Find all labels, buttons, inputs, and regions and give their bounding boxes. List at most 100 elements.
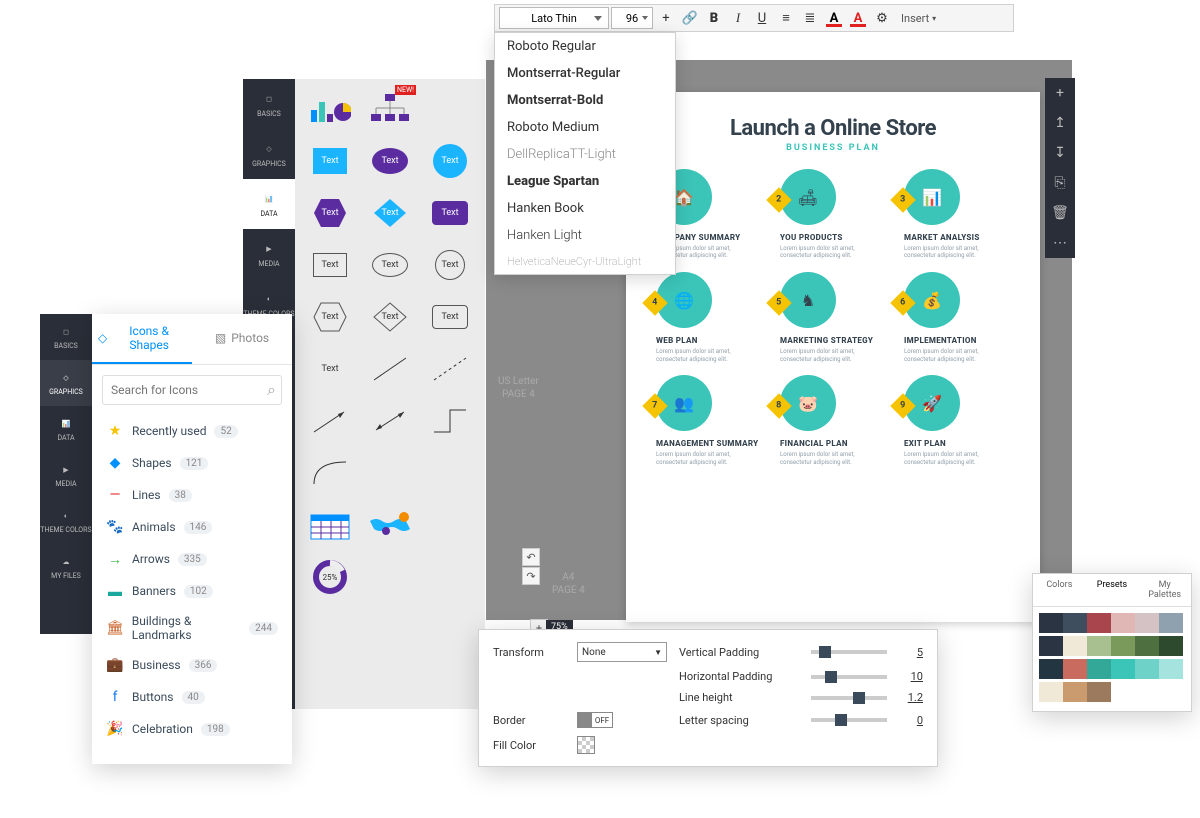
plan-item[interactable]: 🛋2YOU PRODUCTSLorem ipsum dolor sit amet… bbox=[780, 169, 886, 260]
arrow-double[interactable] bbox=[366, 401, 414, 441]
color-swatch[interactable] bbox=[1159, 636, 1183, 656]
doc-subtitle[interactable]: BUSINESS PLAN bbox=[656, 143, 1010, 153]
category-item[interactable]: 🏛Buildings & Landmarks244 bbox=[102, 607, 282, 649]
vpad-slider[interactable] bbox=[811, 650, 887, 654]
color-swatch[interactable] bbox=[1087, 659, 1111, 679]
color-swatch[interactable] bbox=[1087, 682, 1111, 702]
color-tab-colors[interactable]: Colors bbox=[1033, 574, 1086, 606]
more-icon[interactable]: ⋯ bbox=[1045, 228, 1075, 258]
redo-icon[interactable]: ↷ bbox=[522, 567, 540, 585]
connector-elbow[interactable] bbox=[426, 401, 474, 441]
font-option[interactable]: Hanken Book bbox=[495, 195, 675, 222]
nav-basics[interactable]: ◻BASICS bbox=[40, 314, 92, 360]
plan-item[interactable]: ♞5MARKETING STRATEGYLorem ipsum dolor si… bbox=[780, 272, 886, 363]
doc-title[interactable]: Launch a Online Store bbox=[656, 116, 1010, 141]
hpad-slider[interactable] bbox=[811, 675, 887, 679]
nav-media[interactable]: ▶MEDIA bbox=[243, 229, 295, 279]
font-option[interactable]: Montserrat-Bold bbox=[495, 87, 675, 114]
search-input[interactable]: ⌕ bbox=[102, 375, 282, 405]
nav-graphics[interactable]: ◇GRAPHICS bbox=[243, 129, 295, 179]
category-item[interactable]: fButtons40 bbox=[102, 681, 282, 713]
nav-my-files[interactable]: ☁MY FILES bbox=[40, 544, 92, 590]
color-swatch[interactable] bbox=[1063, 659, 1087, 679]
color-swatch[interactable] bbox=[1111, 659, 1135, 679]
nav-theme-colors[interactable]: ◐THEME COLORS bbox=[40, 498, 92, 544]
undo-icon[interactable]: ↶ bbox=[522, 548, 540, 566]
ls-value[interactable]: 0 bbox=[899, 714, 923, 727]
nav-data[interactable]: 📊DATA bbox=[40, 406, 92, 452]
settings-icon[interactable]: ⚙ bbox=[871, 7, 893, 29]
tab-icons-shapes[interactable]: ◇Icons & Shapes bbox=[92, 314, 192, 364]
color-swatch[interactable] bbox=[1039, 613, 1063, 633]
font-size-inc-icon[interactable]: + bbox=[655, 7, 677, 29]
category-item[interactable]: 💼Business366 bbox=[102, 649, 282, 681]
color-swatch[interactable] bbox=[1135, 682, 1159, 702]
color-swatch[interactable] bbox=[1111, 636, 1135, 656]
nav-media[interactable]: ▶MEDIA bbox=[40, 452, 92, 498]
color-swatch[interactable] bbox=[1135, 659, 1159, 679]
color-swatch[interactable] bbox=[1087, 613, 1111, 633]
hpad-value[interactable]: 10 bbox=[899, 670, 923, 683]
shape-circle[interactable]: Text bbox=[426, 141, 474, 181]
font-option[interactable]: Roboto Medium bbox=[495, 114, 675, 141]
font-family-select[interactable]: Lato Thin bbox=[499, 7, 609, 29]
font-option[interactable]: Roboto Regular bbox=[495, 33, 675, 60]
plan-item[interactable]: 👥7MANAGEMENT SUMMARYLorem ipsum dolor si… bbox=[656, 375, 762, 466]
lh-value[interactable]: 1.2 bbox=[899, 691, 923, 704]
link-icon[interactable]: 🔗 bbox=[679, 7, 701, 29]
fill-color-swatch[interactable] bbox=[577, 736, 595, 754]
bold-button[interactable]: B bbox=[703, 7, 725, 29]
shape-rounded[interactable]: Text bbox=[426, 193, 474, 233]
font-option[interactable]: Hanken Light bbox=[495, 222, 675, 249]
shape-outline-rect[interactable]: Text bbox=[306, 245, 354, 285]
category-item[interactable]: —Lines38 bbox=[102, 479, 282, 511]
font-size-select[interactable]: 96 bbox=[611, 7, 653, 29]
color-swatch[interactable] bbox=[1159, 613, 1183, 633]
add-page-icon[interactable]: + bbox=[1045, 78, 1075, 108]
highlight-color-icon[interactable]: A bbox=[847, 7, 869, 29]
font-option[interactable]: Montserrat-Regular bbox=[495, 60, 675, 87]
shape-outline-rounded[interactable]: Text bbox=[426, 297, 474, 337]
plan-item[interactable]: 💰6IMPLEMENTATIONLorem ipsum dolor sit am… bbox=[904, 272, 1010, 363]
font-dropdown[interactable]: Roboto Regular Montserrat-Regular Montse… bbox=[494, 32, 676, 275]
transform-select[interactable]: None▼ bbox=[577, 642, 667, 662]
line-solid[interactable] bbox=[366, 349, 414, 389]
map-thumbnail[interactable] bbox=[366, 505, 414, 545]
shape-text[interactable]: Text bbox=[306, 349, 354, 389]
underline-button[interactable]: U bbox=[751, 7, 773, 29]
move-up-icon[interactable]: ↥ bbox=[1045, 108, 1075, 138]
color-swatch[interactable] bbox=[1063, 613, 1087, 633]
donut-thumbnail[interactable]: 25% bbox=[306, 557, 354, 597]
insert-menu[interactable]: Insert▾ bbox=[895, 12, 942, 25]
color-swatch[interactable] bbox=[1159, 659, 1183, 679]
connector-curve[interactable] bbox=[306, 453, 354, 493]
color-swatch[interactable] bbox=[1135, 636, 1159, 656]
shape-ellipse[interactable]: Text bbox=[366, 141, 414, 181]
plan-item[interactable]: 🚀9EXIT PLANLorem ipsum dolor sit amet, c… bbox=[904, 375, 1010, 466]
copy-icon[interactable]: ⎘ bbox=[1045, 168, 1075, 198]
border-toggle[interactable]: OFF bbox=[577, 712, 613, 728]
text-color-icon[interactable]: A bbox=[823, 7, 845, 29]
category-item[interactable]: 🐾Animals146 bbox=[102, 511, 282, 543]
color-swatch[interactable] bbox=[1159, 682, 1183, 702]
color-swatch[interactable] bbox=[1087, 636, 1111, 656]
nav-graphics[interactable]: ◇GRAPHICS bbox=[40, 360, 92, 406]
align-icon[interactable]: ≡ bbox=[775, 7, 797, 29]
nav-basics[interactable]: ◻BASICS bbox=[243, 79, 295, 129]
lh-slider[interactable] bbox=[811, 696, 887, 700]
delete-icon[interactable]: 🗑 bbox=[1045, 198, 1075, 228]
category-item[interactable]: →Arrows335 bbox=[102, 543, 282, 575]
chart-thumbnail[interactable] bbox=[306, 89, 354, 129]
font-option[interactable]: DellReplicaTT-Light bbox=[495, 141, 675, 168]
color-swatch[interactable] bbox=[1039, 636, 1063, 656]
category-item[interactable]: 🎉Celebration198 bbox=[102, 713, 282, 745]
arrow-line[interactable] bbox=[306, 401, 354, 441]
move-down-icon[interactable]: ↧ bbox=[1045, 138, 1075, 168]
shape-outline-circle[interactable]: Text bbox=[426, 245, 474, 285]
calendar-thumbnail[interactable] bbox=[306, 505, 354, 545]
plan-item[interactable]: 🐷8FINANCIAL PLANLorem ipsum dolor sit am… bbox=[780, 375, 886, 466]
color-swatch[interactable] bbox=[1111, 682, 1135, 702]
category-item[interactable]: ◆Shapes121 bbox=[102, 447, 282, 479]
color-tab-presets[interactable]: Presets bbox=[1086, 574, 1139, 606]
color-tab-my-palettes[interactable]: My Palettes bbox=[1138, 574, 1191, 606]
